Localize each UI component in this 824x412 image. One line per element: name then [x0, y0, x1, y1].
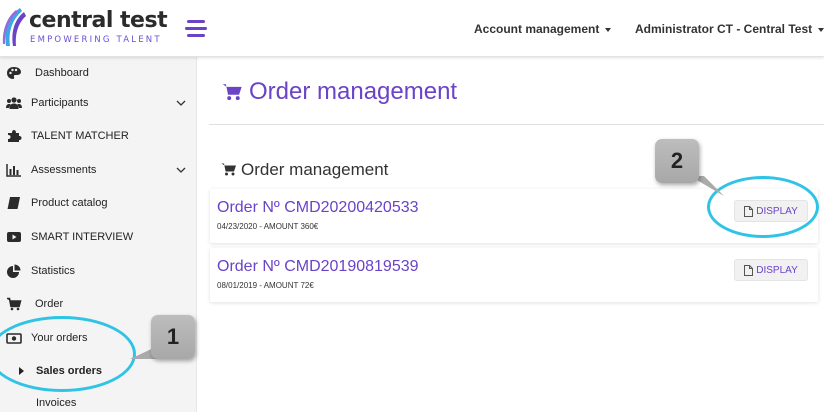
video-icon — [7, 232, 21, 242]
caret-down-icon — [605, 27, 612, 32]
sidebar-item-statistics[interactable]: Statistics — [0, 256, 197, 286]
order-card: Order Nº CMD20190819539 08/01/2019 - AMO… — [210, 248, 818, 302]
logo-tagline: EMPOWERING TALENT — [30, 35, 162, 45]
user-menu[interactable]: Administrator CT - Central Test — [635, 22, 824, 36]
sidebar-item-label: Your orders — [31, 332, 88, 344]
sidebar-item-label: Participants — [31, 97, 89, 109]
sidebar-subitem-invoices[interactable]: Invoices — [0, 390, 197, 412]
top-header: central test EMPOWERING TALENT Account m… — [0, 0, 824, 57]
sidebar-item-label: Order — [35, 298, 64, 310]
sidebar-item-label: Statistics — [31, 265, 76, 277]
sidebar-subitem-sales-orders[interactable]: Sales orders — [0, 358, 197, 384]
section-title-text: Order management — [241, 160, 389, 179]
order-title-link[interactable]: Order Nº CMD20200420533 — [217, 199, 419, 217]
sidebar-item-label: Product catalog — [31, 197, 108, 209]
palette-icon — [7, 67, 21, 79]
logo-name: central test — [29, 8, 168, 33]
users-icon — [6, 97, 22, 109]
page-title-text: Order management — [249, 78, 458, 105]
cart-icon — [7, 297, 22, 311]
page-title: Order management — [222, 78, 457, 106]
callout-1: 1 — [151, 315, 195, 359]
sidebar-item-talent-matcher[interactable]: TALENT MATCHER — [0, 121, 197, 151]
puzzle-icon — [8, 130, 22, 142]
sidebar-subitem-label: Sales orders — [36, 365, 103, 377]
sidebar-item-label: TALENT MATCHER — [31, 130, 129, 142]
file-icon — [744, 205, 754, 217]
sidebar-item-smart-interview[interactable]: SMART INTERVIEW — [0, 222, 197, 252]
pie-chart-icon — [7, 264, 21, 278]
sidebar-item-participants[interactable]: Participants — [0, 88, 197, 118]
sidebar-item-dashboard[interactable]: Dashboard — [0, 58, 197, 88]
order-card: Order Nº CMD20200420533 04/23/2020 - AMO… — [210, 189, 818, 243]
divider — [209, 124, 824, 125]
sidebar-item-assessments[interactable]: Assessments — [0, 155, 197, 185]
display-button[interactable]: DISPLAY — [734, 200, 808, 222]
order-meta: 08/01/2019 - AMOUNT 72€ — [217, 281, 314, 290]
logo-icon — [2, 8, 26, 46]
display-button-label: DISPLAY — [756, 264, 798, 276]
chevron-down-icon — [176, 100, 186, 106]
sidebar-item-label: Dashboard — [35, 67, 89, 79]
order-title-link[interactable]: Order Nº CMD20190819539 — [217, 258, 419, 276]
cart-icon — [222, 84, 242, 101]
bar-chart-icon — [6, 164, 21, 177]
sidebar-item-label: Assessments — [31, 164, 97, 176]
book-icon — [7, 197, 20, 209]
file-icon — [744, 264, 754, 276]
caret-down-icon — [818, 27, 824, 32]
logo[interactable]: central test EMPOWERING TALENT — [29, 8, 168, 46]
display-button[interactable]: DISPLAY — [734, 259, 808, 281]
account-management-menu[interactable]: Account management — [474, 22, 612, 36]
display-button-label: DISPLAY — [756, 205, 798, 217]
caret-right-icon — [19, 367, 24, 375]
chevron-down-icon — [176, 167, 186, 173]
cart-icon — [221, 163, 236, 176]
user-menu-label: Administrator CT - Central Test — [635, 22, 813, 36]
callout-2: 2 — [655, 139, 699, 183]
menu-toggle-icon[interactable] — [185, 20, 207, 38]
money-icon — [6, 333, 22, 344]
account-management-label: Account management — [474, 22, 600, 36]
order-meta: 04/23/2020 - AMOUNT 360€ — [217, 222, 319, 231]
sidebar-subitem-label: Invoices — [36, 397, 77, 409]
sidebar-item-label: SMART INTERVIEW — [31, 231, 134, 243]
section-title: Order management — [221, 160, 388, 180]
sidebar-item-product-catalog[interactable]: Product catalog — [0, 188, 197, 218]
